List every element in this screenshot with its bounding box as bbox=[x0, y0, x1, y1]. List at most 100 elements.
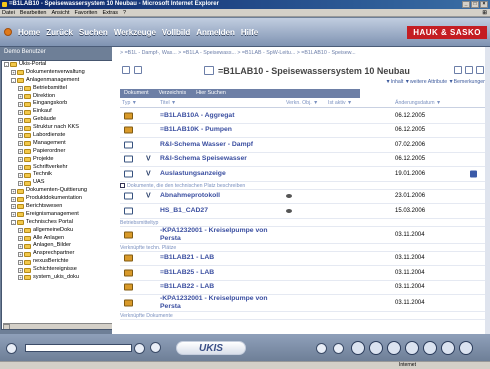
home-icon[interactable] bbox=[4, 28, 12, 36]
row-title-link[interactable]: HS_B1_CAD27 bbox=[160, 207, 208, 215]
row-title-link[interactable]: Auslastungsanzeige bbox=[160, 170, 226, 178]
tree-item[interactable]: + Projekte bbox=[2, 156, 128, 164]
tree-item[interactable]: + UAS bbox=[2, 179, 128, 187]
minus-icon[interactable] bbox=[405, 341, 419, 355]
expand-icon[interactable]: - bbox=[11, 220, 16, 226]
tree-item[interactable]: + Dokumentenverwaltung bbox=[2, 69, 128, 77]
folder-icon[interactable] bbox=[6, 343, 17, 354]
column-typ[interactable]: Typ ▼ bbox=[122, 100, 137, 106]
expand-icon[interactable]: + bbox=[18, 165, 23, 171]
table-row[interactable]: =B1LAB22 - LAB 03.11.2004 bbox=[120, 281, 486, 295]
expand-icon[interactable]: + bbox=[18, 109, 23, 115]
scroll-left-button[interactable] bbox=[3, 324, 10, 329]
tree-item[interactable]: + Schichtereignisse bbox=[2, 266, 128, 274]
expand-icon[interactable]: + bbox=[11, 204, 16, 210]
refresh-icon[interactable] bbox=[454, 66, 462, 74]
row-title-link[interactable]: -KPA1232001 - Kreiselpumpe von Persta bbox=[160, 227, 268, 243]
tree-item[interactable]: + Dokumenten-Quittierung bbox=[2, 187, 128, 195]
expand-icon[interactable]: + bbox=[11, 212, 16, 218]
tree-item[interactable]: + Papierordner bbox=[2, 148, 128, 156]
tree-item[interactable]: + Direktion bbox=[2, 93, 128, 101]
tree-item[interactable]: + nexusBerichte bbox=[2, 258, 128, 266]
tree-item[interactable]: - Ukis-Portal bbox=[2, 61, 128, 69]
menu-item[interactable]: Favoriten bbox=[75, 9, 98, 16]
tree-item[interactable]: + Einkauf bbox=[2, 108, 128, 116]
minimize-button[interactable]: _ bbox=[462, 1, 470, 8]
reload-icon[interactable] bbox=[441, 341, 455, 355]
toolbar-item[interactable]: Vollbild bbox=[162, 28, 190, 37]
expand-icon[interactable]: + bbox=[18, 236, 23, 242]
menu-item[interactable]: Datei bbox=[2, 9, 15, 16]
link-icon[interactable] bbox=[286, 208, 292, 213]
expand-icon[interactable]: + bbox=[18, 133, 23, 139]
row-title-link[interactable]: =B1LAB25 - LAB bbox=[160, 269, 214, 277]
toolbar-item[interactable]: Home bbox=[18, 28, 40, 37]
table-row[interactable]: V R&I-Schema Speisewasser 06.12.2005 bbox=[120, 153, 486, 167]
toolbar-item[interactable]: Anmelden bbox=[196, 28, 235, 37]
table-row[interactable]: V Abnahmeprotokoll 23.01.2006 bbox=[120, 190, 486, 204]
expand-icon[interactable]: + bbox=[18, 275, 23, 281]
table-row[interactable]: HS_B1_CAD27 15.03.2006 bbox=[120, 204, 486, 219]
menu-item[interactable]: Bearbeiten bbox=[20, 9, 47, 16]
close-button[interactable]: × bbox=[480, 1, 488, 8]
menu-item[interactable]: Extras bbox=[102, 9, 118, 16]
info-icon[interactable] bbox=[459, 341, 473, 355]
address-field[interactable] bbox=[25, 344, 132, 352]
toolbar-item[interactable]: Zurück bbox=[46, 28, 73, 37]
tab-search-here[interactable]: Hier Suchen bbox=[196, 89, 226, 98]
expand-icon[interactable]: + bbox=[18, 157, 23, 163]
tree-item[interactable]: + Produktdokumentation bbox=[2, 195, 128, 203]
expand-icon[interactable]: + bbox=[18, 125, 23, 131]
column-titel[interactable]: Titel ▼ bbox=[160, 100, 176, 106]
tree-item[interactable]: + Schriftverkehr bbox=[2, 164, 128, 172]
table-row[interactable]: R&I-Schema Wasser - Dampf 07.02.2006 bbox=[120, 138, 486, 153]
table-row[interactable]: -KPA1232001 - Kreiselpumpe von Persta 03.… bbox=[120, 227, 486, 244]
tree-horizontal-scrollbar[interactable] bbox=[3, 323, 128, 329]
row-title-link[interactable]: =B1LAB21 - LAB bbox=[160, 254, 214, 262]
expand-icon[interactable]: + bbox=[18, 117, 23, 123]
expand-icon[interactable]: + bbox=[18, 86, 23, 92]
attribute-links[interactable]: ▼Inhalt ▼weitere Attribute ▼Bemerkungen bbox=[386, 79, 486, 85]
document-icon[interactable] bbox=[387, 341, 401, 355]
tree-item[interactable]: + Ansprechpartner bbox=[2, 250, 128, 258]
expand-icon[interactable]: + bbox=[18, 149, 23, 155]
expand-icon[interactable]: + bbox=[11, 188, 16, 194]
column-aenderungsdatum[interactable]: Änderungsdatum ▼ bbox=[395, 100, 441, 106]
info-icon[interactable] bbox=[122, 66, 130, 74]
save-icon[interactable] bbox=[470, 170, 477, 178]
row-title-link[interactable]: Abnahmeprotokoll bbox=[160, 192, 220, 200]
link-icon[interactable] bbox=[286, 194, 292, 199]
chevron-down-icon[interactable]: V bbox=[146, 193, 151, 200]
stop-icon[interactable] bbox=[423, 341, 437, 355]
table-row[interactable]: =B1LAB25 - LAB 03.11.2004 bbox=[120, 266, 486, 281]
arrow-icon[interactable] bbox=[333, 343, 344, 354]
tree-item[interactable]: + Alle Anlagen bbox=[2, 235, 128, 243]
table-row[interactable]: =B1LAB10K - Pumpen 06.12.2005 bbox=[120, 124, 486, 138]
expand-icon[interactable]: - bbox=[4, 62, 9, 68]
expand-icon[interactable]: + bbox=[18, 101, 23, 107]
tree-item[interactable]: + Management bbox=[2, 140, 128, 148]
expand-icon[interactable]: + bbox=[18, 141, 23, 147]
tree-item[interactable]: + allgemeineDoku bbox=[2, 227, 128, 235]
menu-item[interactable]: Ansicht bbox=[51, 9, 69, 16]
table-row[interactable]: =B1LAB21 - LAB 03.11.2004 bbox=[120, 252, 486, 266]
row-title-link[interactable]: =B1LAB10A - Aggregat bbox=[160, 112, 234, 120]
chevron-down-icon[interactable]: V bbox=[146, 156, 151, 163]
tree-item[interactable]: - Technisches Portal bbox=[2, 219, 128, 227]
tree-item[interactable]: + Labordienste bbox=[2, 132, 128, 140]
tree-item[interactable]: + Eingangskorb bbox=[2, 100, 128, 108]
expand-icon[interactable]: + bbox=[18, 180, 23, 186]
tree-item[interactable]: + Struktur nach KKS bbox=[2, 124, 128, 132]
tree-item[interactable]: + Ereignismanagement bbox=[2, 211, 128, 219]
toolbar-item[interactable]: Suchen bbox=[79, 28, 108, 37]
print-icon[interactable] bbox=[476, 66, 484, 74]
tree-item[interactable]: + Technik bbox=[2, 171, 128, 179]
section-checkbox[interactable] bbox=[120, 182, 125, 188]
column-verknuepfte-objekte[interactable]: Verkn. Obj. ▼ bbox=[286, 100, 318, 106]
expand-icon[interactable]: + bbox=[18, 267, 23, 273]
expand-icon[interactable]: + bbox=[18, 251, 23, 257]
tree-item[interactable]: + Gebäude bbox=[2, 116, 128, 124]
row-title-link[interactable]: -KPA1232001 - Kreiselpumpe von Persta bbox=[160, 295, 268, 311]
row-title-link[interactable]: =B1LAB22 - LAB bbox=[160, 283, 214, 291]
tree-item[interactable]: + system_ukis_doku bbox=[2, 274, 128, 282]
